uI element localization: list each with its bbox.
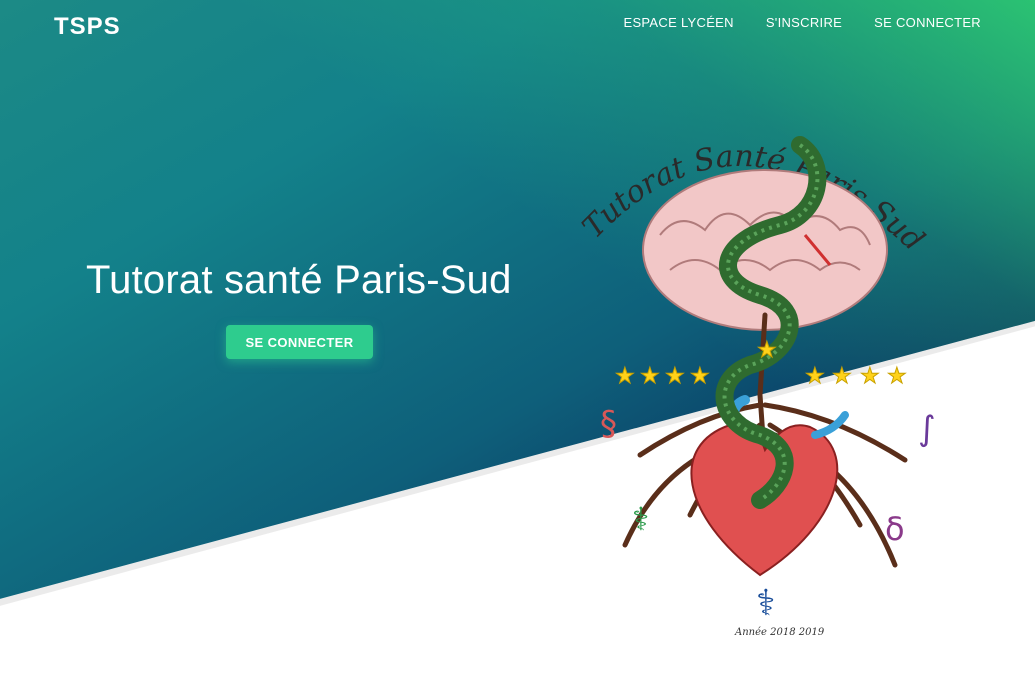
svg-text:★: ★ (860, 364, 880, 389)
svg-text:★: ★ (757, 338, 777, 363)
logo-year-text: Année 2018 2019 (734, 627, 825, 638)
tutorat-logo-illustration: Tutorat Santé Paris Sud ★ ★ ★ ★ ★ ★ ★ ★ … (576, 136, 936, 638)
hero-login-button[interactable]: SE CONNECTER (226, 325, 373, 359)
caduceus-icon: ⚕ (756, 583, 775, 624)
nav-espace-lyceen[interactable]: ESPACE LYCÉEN (623, 15, 733, 30)
svg-text:★: ★ (615, 364, 635, 389)
svg-text:★: ★ (690, 364, 710, 389)
top-nav: ESPACE LYCÉEN S'INSCRIRE SE CONNECTER (623, 15, 981, 30)
pharmacy-symbol-icon: ⚕ (632, 500, 649, 538)
svg-text:★: ★ (665, 364, 685, 389)
brand-logo-text[interactable]: TSPS (54, 13, 121, 41)
nav-sinscrire[interactable]: S'INSCRIRE (766, 15, 842, 30)
svg-text:★: ★ (640, 364, 660, 389)
nav-se-connecter[interactable]: SE CONNECTER (874, 15, 981, 30)
svg-text:★: ★ (805, 364, 825, 389)
medical-symbol-left-icon: § (600, 404, 617, 444)
svg-text:★: ★ (887, 364, 907, 389)
dental-symbol-icon: δ (885, 510, 905, 548)
hero-title: Tutorat santé Paris-Sud (86, 258, 512, 302)
medical-symbol-right-icon: ∫ (918, 409, 936, 449)
svg-text:★: ★ (832, 364, 852, 389)
